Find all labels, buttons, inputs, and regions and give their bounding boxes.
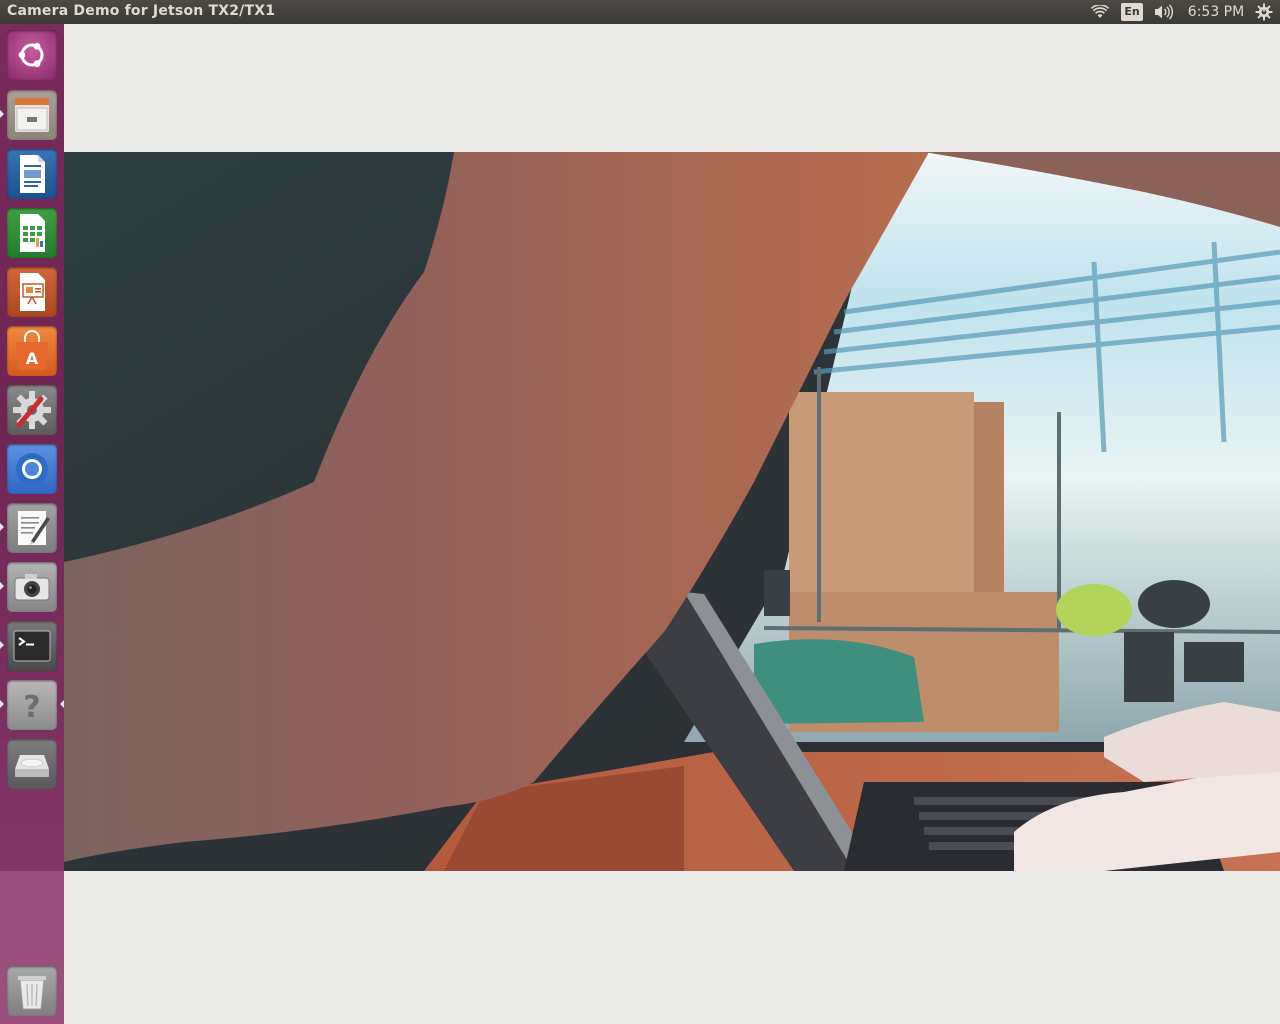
text-editor-icon[interactable] <box>7 503 57 553</box>
running-indicator <box>0 700 4 708</box>
top-panel: Camera Demo for Jetson TX2/TX1 En 6:53 P… <box>0 0 1280 24</box>
chromium-icon[interactable] <box>7 444 57 494</box>
terminal-icon[interactable] <box>7 621 57 671</box>
wifi-icon[interactable] <box>1088 0 1112 24</box>
launcher: A ? <box>0 24 64 1024</box>
volume-icon[interactable] <box>1152 0 1176 24</box>
camera-icon[interactable] <box>7 562 57 612</box>
calc-icon[interactable] <box>7 208 57 258</box>
power-gear-icon[interactable] <box>1253 0 1275 24</box>
keyboard-language-label: En <box>1121 3 1143 21</box>
help-icon[interactable]: ? <box>7 680 57 730</box>
svg-text:?: ? <box>23 690 40 725</box>
keyboard-language-indicator[interactable]: En <box>1121 0 1143 24</box>
running-indicator <box>0 582 4 590</box>
impress-icon[interactable] <box>7 267 57 317</box>
camera-feed <box>64 152 1280 871</box>
ubuntu-dash-icon[interactable] <box>7 30 57 80</box>
svg-text:A: A <box>26 349 39 368</box>
running-indicator <box>0 523 4 531</box>
disk-drive-icon[interactable] <box>7 739 57 789</box>
trash-icon[interactable] <box>7 966 57 1016</box>
system-settings-icon[interactable] <box>7 385 57 435</box>
software-center-icon[interactable]: A <box>7 326 57 376</box>
files-icon[interactable] <box>7 90 57 140</box>
clock-label: 6:53 PM <box>1187 4 1245 20</box>
camera-cabinet <box>789 392 974 622</box>
camera-green-chair <box>754 639 924 724</box>
writer-icon[interactable] <box>7 149 57 199</box>
window-title: Camera Demo for Jetson TX2/TX1 <box>7 3 276 19</box>
running-indicator <box>0 110 4 118</box>
running-indicator <box>0 641 4 649</box>
clock-indicator[interactable]: 6:53 PM <box>1184 0 1248 24</box>
